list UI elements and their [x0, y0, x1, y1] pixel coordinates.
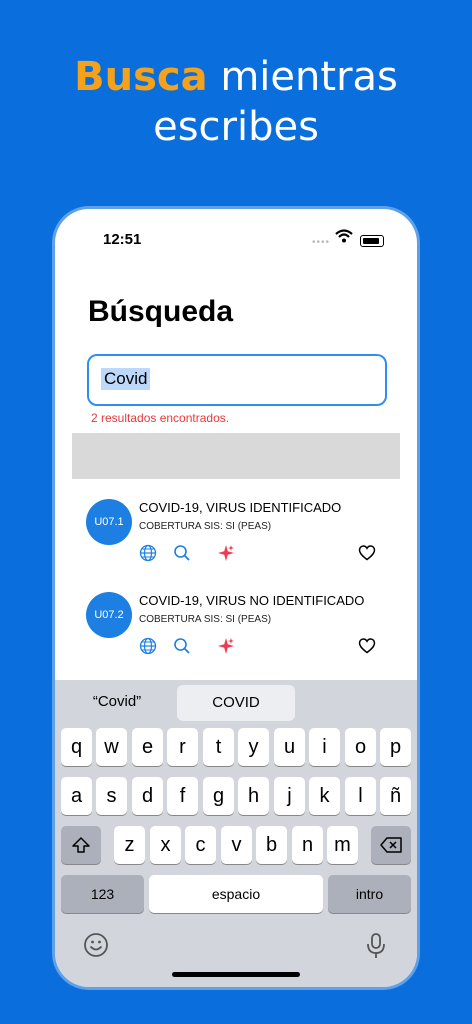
result-coverage: COBERTURA SIS: SI (PEAS) [139, 614, 272, 625]
search-icon[interactable] [173, 637, 191, 655]
list-item[interactable]: U07.1 COVID-19, VIRUS IDENTIFICADO COBER… [55, 499, 417, 589]
code-badge: U07.2 [86, 592, 132, 638]
key-x[interactable]: x [150, 826, 181, 864]
status-time: 12:51 [103, 231, 142, 248]
microphone-icon[interactable] [366, 932, 386, 960]
suggestion-1[interactable]: “Covid” [59, 680, 175, 724]
numbers-key[interactable]: 123 [61, 875, 144, 913]
key-i[interactable]: i [309, 728, 340, 766]
key-b[interactable]: b [256, 826, 287, 864]
result-name: COVID-19, VIRUS NO IDENTIFICADO [139, 593, 365, 608]
wifi-icon [335, 229, 353, 243]
emoji-icon[interactable] [83, 932, 109, 958]
key-g[interactable]: g [203, 777, 234, 815]
sparkle-icon[interactable] [217, 637, 235, 655]
key-t[interactable]: t [203, 728, 234, 766]
battery-icon [360, 235, 384, 247]
headline: Busca mientras escribes [0, 52, 472, 152]
backspace-key[interactable] [371, 826, 411, 864]
key-n[interactable]: n [292, 826, 323, 864]
globe-icon[interactable] [139, 544, 157, 562]
key-y[interactable]: y [238, 728, 269, 766]
key-s[interactable]: s [96, 777, 127, 815]
key-p[interactable]: p [380, 728, 411, 766]
space-key[interactable]: espacio [149, 875, 323, 913]
signal-dots-icon: •••• [312, 237, 331, 248]
key-j[interactable]: j [274, 777, 305, 815]
shift-icon [72, 837, 90, 853]
headline-accent: Busca [74, 54, 208, 100]
list-item[interactable]: U07.2 COVID-19, VIRUS NO IDENTIFICADO CO… [55, 592, 417, 682]
shift-key[interactable] [61, 826, 101, 864]
headline-rest: mientras [207, 54, 398, 100]
key-q[interactable]: q [61, 728, 92, 766]
key-e[interactable]: e [132, 728, 163, 766]
heart-icon[interactable] [358, 544, 376, 562]
status-bar: 12:51 •••• [55, 209, 417, 269]
result-coverage: COBERTURA SIS: SI (PEAS) [139, 521, 272, 532]
phone-frame: 12:51 •••• Búsqueda Covid 2 resultados e… [55, 209, 417, 987]
search-icon[interactable] [173, 544, 191, 562]
key-r[interactable]: r [167, 728, 198, 766]
sparkle-icon[interactable] [217, 544, 235, 562]
home-indicator [172, 972, 300, 977]
key-u[interactable]: u [274, 728, 305, 766]
key-n-tilde[interactable]: ñ [380, 777, 411, 815]
heart-icon[interactable] [358, 637, 376, 655]
suggestion-2[interactable]: COVID [177, 685, 295, 721]
code-badge: U07.1 [86, 499, 132, 545]
suggestion-3[interactable] [297, 680, 413, 724]
return-key[interactable]: intro [328, 875, 411, 913]
headline-line2: escribes [153, 104, 319, 150]
key-f[interactable]: f [167, 777, 198, 815]
key-c[interactable]: c [185, 826, 216, 864]
key-w[interactable]: w [96, 728, 127, 766]
globe-icon[interactable] [139, 637, 157, 655]
key-l[interactable]: l [345, 777, 376, 815]
search-input[interactable]: Covid [87, 354, 387, 406]
result-name: COVID-19, VIRUS IDENTIFICADO [139, 500, 342, 515]
search-query[interactable]: Covid [101, 368, 151, 390]
keyboard: “Covid” COVID q w e r t y u i o p a s d … [55, 680, 417, 987]
key-o[interactable]: o [345, 728, 376, 766]
key-m[interactable]: m [327, 826, 358, 864]
key-z[interactable]: z [114, 826, 145, 864]
key-d[interactable]: d [132, 777, 163, 815]
backspace-icon [380, 837, 402, 853]
ad-banner [72, 433, 400, 479]
key-h[interactable]: h [238, 777, 269, 815]
page-title: Búsqueda [88, 295, 234, 328]
results-count: 2 resultados encontrados. [91, 411, 230, 425]
key-a[interactable]: a [61, 777, 92, 815]
key-v[interactable]: v [221, 826, 252, 864]
key-k[interactable]: k [309, 777, 340, 815]
